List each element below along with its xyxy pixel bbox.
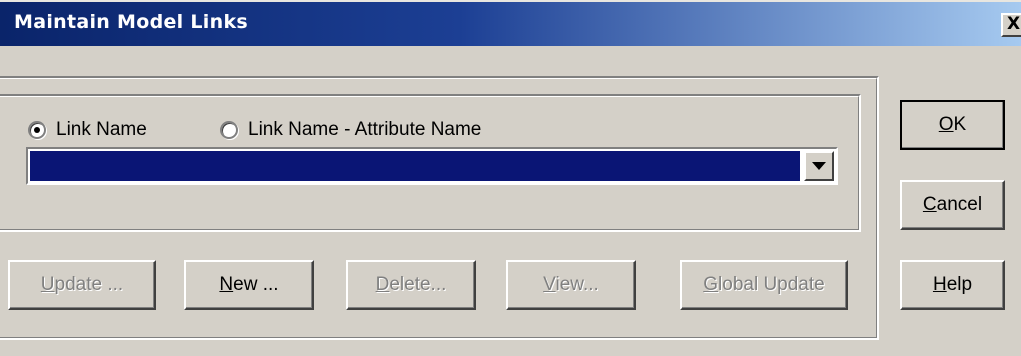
radio-link-name[interactable]: Link Name [28, 119, 147, 141]
radio-link-name-label: Link Name [56, 119, 147, 140]
new-button[interactable]: New ... [184, 260, 314, 310]
close-icon: X [1007, 14, 1021, 34]
link-name-dropdown[interactable] [26, 147, 838, 185]
link-name-dropdown-value[interactable] [30, 151, 800, 181]
dropdown-arrow-button[interactable] [804, 151, 834, 181]
title-bar-edge [0, 0, 1021, 2]
view-button[interactable]: View... [506, 260, 636, 310]
cancel-button[interactable]: Cancel [900, 180, 1005, 230]
radio-link-attribute-name-label: Link Name - Attribute Name [248, 119, 482, 140]
help-button[interactable]: Help [900, 260, 1005, 310]
update-button[interactable]: Update ... [8, 260, 156, 310]
radio-unchecked-icon[interactable] [220, 121, 238, 139]
close-button[interactable]: X [1001, 13, 1021, 37]
window-title: Maintain Model Links [14, 11, 248, 33]
delete-button[interactable]: Delete... [346, 260, 476, 310]
ok-button[interactable]: OK [900, 100, 1005, 150]
radio-link-attribute-name[interactable]: Link Name - Attribute Name [220, 119, 481, 141]
radio-checked-icon[interactable] [28, 121, 46, 139]
global-update-button[interactable]: Global Update [680, 260, 848, 310]
title-bar[interactable]: Maintain Model Links X [0, 0, 1021, 46]
chevron-down-icon [812, 162, 826, 170]
